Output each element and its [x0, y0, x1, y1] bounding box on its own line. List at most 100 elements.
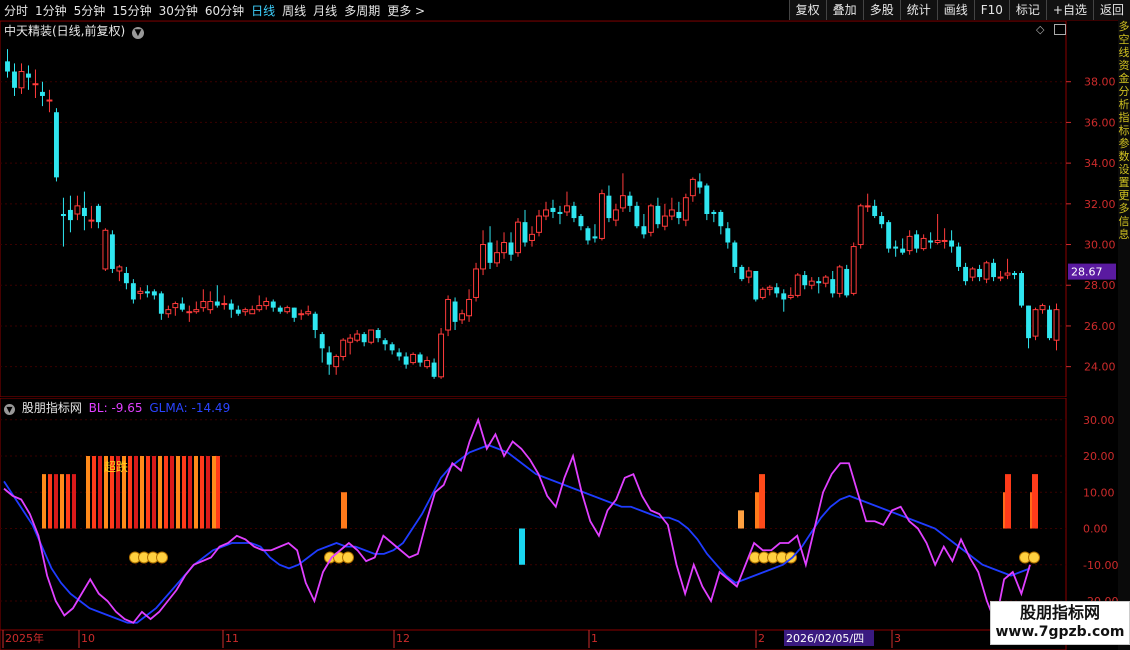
money-bag-icon — [342, 551, 354, 564]
period-tab-10[interactable]: 更多 > — [387, 2, 425, 19]
toolbar-button-2[interactable]: 多股 — [862, 0, 900, 20]
candle-body-up — [249, 309, 256, 315]
toolbar-button-3[interactable]: 统计 — [899, 0, 937, 20]
signal-bar — [48, 474, 52, 529]
candle-body-up — [864, 205, 871, 208]
signal-bar — [54, 474, 58, 529]
right-info-strip: 多空线资金分析指标参数设置更多信息 — [1118, 20, 1130, 650]
candle-body-up — [200, 301, 207, 309]
candle-body-down — [893, 246, 899, 249]
signal-bar — [170, 456, 174, 529]
candle-body-down — [956, 246, 962, 267]
candle-body-down — [1012, 273, 1017, 276]
period-tab-3[interactable]: 15分钟 — [112, 2, 151, 19]
toolbar-button-7[interactable]: +自选 — [1045, 0, 1093, 20]
price-tick-label: 36.00 — [1084, 116, 1116, 129]
window-icon[interactable] — [1054, 24, 1066, 35]
period-tab-0[interactable]: 分时 — [4, 2, 28, 19]
candle-body-up — [466, 298, 473, 317]
candle-body-down — [928, 240, 934, 243]
candle-body-up — [1004, 272, 1011, 276]
candle-body-down — [67, 209, 73, 221]
candle-body-down — [214, 301, 220, 306]
period-tab-5[interactable]: 60分钟 — [205, 2, 244, 19]
signal-bar — [98, 456, 102, 529]
toolbar-button-6[interactable]: 标记 — [1008, 0, 1046, 20]
signal-bar — [341, 492, 347, 529]
candle-body-down — [270, 301, 276, 308]
glma-label: GLMA: -14.49 — [149, 401, 231, 415]
candle-body-up — [256, 305, 263, 311]
period-tab-8[interactable]: 月线 — [313, 2, 337, 19]
candle-body-down — [949, 240, 955, 247]
candle-body-up — [473, 268, 480, 298]
signal-bar — [66, 474, 70, 529]
signal-bar — [164, 456, 168, 529]
candle-body-up — [494, 252, 500, 264]
candle-body-up — [759, 288, 766, 298]
indicator-tick-label: -10.00 — [1083, 559, 1118, 572]
period-tab-6[interactable]: 日线 — [251, 2, 275, 19]
period-tab-2[interactable]: 5分钟 — [74, 2, 106, 19]
period-tab-4[interactable]: 30分钟 — [159, 2, 198, 19]
candle-body-down — [81, 207, 87, 217]
candle-body-down — [452, 301, 458, 322]
candle-body-down — [697, 181, 703, 188]
toolbar-button-4[interactable]: 画线 — [936, 0, 974, 20]
candle-body-up — [172, 303, 179, 309]
candle-body-down — [725, 228, 731, 243]
signal-bar — [128, 456, 132, 529]
candle-body-down — [781, 293, 787, 300]
toolbar-button-1[interactable]: 叠加 — [825, 0, 863, 20]
gear-circle-icon[interactable]: ▼ — [4, 404, 15, 415]
candle-body-up — [836, 266, 843, 294]
candle-body-down — [963, 266, 969, 282]
indicator-tick-label: 10.00 — [1083, 486, 1115, 499]
candle-body-down — [802, 275, 808, 286]
price-tick-label: 38.00 — [1084, 76, 1116, 89]
candle-body-up — [661, 215, 668, 227]
candle-body-up — [88, 219, 95, 222]
period-tab-7[interactable]: 周线 — [282, 2, 306, 19]
candle-body-down — [382, 340, 388, 345]
diamond-icon[interactable]: ◇ — [1036, 23, 1044, 36]
candle-body-down — [508, 242, 514, 255]
candle-body-up — [207, 301, 214, 311]
toolbar-button-0[interactable]: 复权 — [788, 0, 826, 20]
candle-body-down — [319, 334, 325, 349]
candle-body-up — [543, 209, 549, 217]
candle-body-down — [1019, 273, 1024, 306]
cyan-signal-bar — [519, 528, 525, 565]
period-tab-1[interactable]: 1分钟 — [35, 2, 67, 19]
candle-body-up — [368, 329, 375, 343]
watermark: 股朋指标网 www.7gpzb.com — [990, 601, 1130, 645]
candle-body-down — [277, 307, 283, 312]
candle-body-up — [102, 229, 109, 270]
toolbar-button-8[interactable]: 返回 — [1092, 0, 1130, 20]
candle-body-down — [291, 307, 297, 318]
indicator-tick-label: 30.00 — [1083, 414, 1115, 427]
oversold-signal-text: 超跌 — [104, 459, 128, 474]
toolbar-button-5[interactable]: F10 — [973, 0, 1009, 20]
period-tab-9[interactable]: 多周期 — [344, 2, 380, 19]
candle-body-down — [627, 195, 633, 206]
bl-label: BL: -9.65 — [88, 401, 143, 415]
indicator-chart[interactable]: 30.0020.0010.000.00-10.00-20.00超跌 — [0, 398, 1118, 630]
candle-body-down — [144, 291, 150, 294]
candle-body-down — [718, 211, 724, 227]
signal-bar — [182, 456, 186, 529]
signal-bar — [738, 510, 744, 529]
candle-body-down — [487, 242, 493, 263]
candle-body-up — [857, 205, 864, 246]
candle-body-up — [689, 178, 696, 197]
candle-body-up — [347, 337, 354, 343]
chevron-down-icon[interactable]: ▼ — [132, 27, 145, 39]
candlestick-chart[interactable]: 38.00 36.00 34.00 32.00 30.00 28.00 26.00 24.00… — [0, 21, 1118, 397]
candle-body-up — [920, 237, 927, 250]
signal-bar — [86, 456, 90, 529]
candle-body-up — [983, 262, 990, 280]
candle-body-up — [424, 360, 431, 368]
price-tick-label: 26.00 — [1084, 320, 1116, 333]
candle-body-up — [529, 233, 535, 241]
candle-body-down — [606, 195, 612, 219]
